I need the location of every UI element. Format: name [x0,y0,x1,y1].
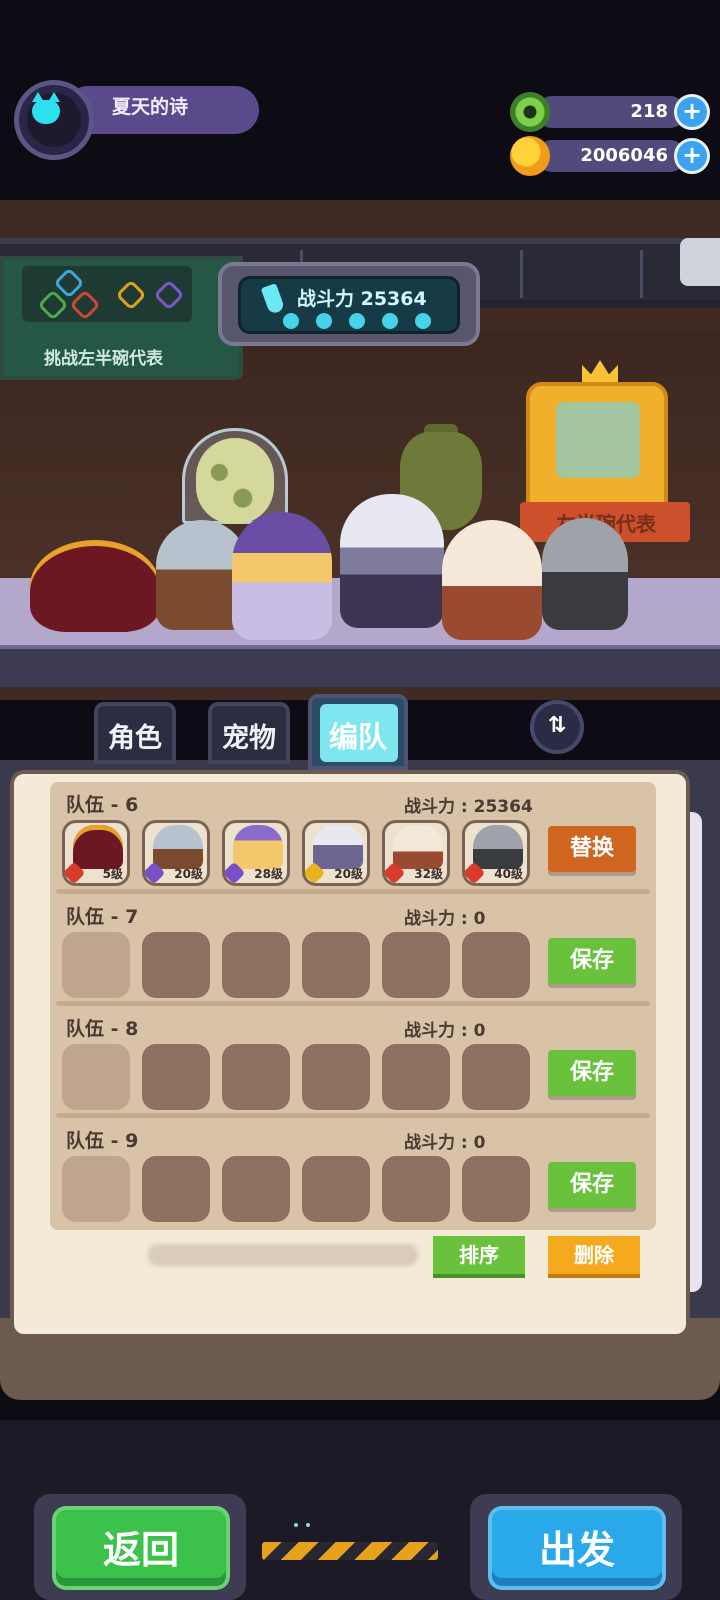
tab-formation[interactable]: 编队 [308,694,408,770]
add-gems-button[interactable]: + [674,94,710,130]
power-label: 战斗力 25364 [297,288,427,310]
hazard-stripe [262,1542,438,1560]
replace-team-button[interactable]: 替换 [548,826,636,872]
team-power: 战斗力 : 0 [404,1133,486,1153]
member-level: 32级 [414,867,443,881]
save-team-button[interactable]: 保存 [548,1162,636,1208]
team-member-slot[interactable]: 5级 [62,820,130,886]
link-icon[interactable] [680,238,720,286]
team-member-slot[interactable]: 40级 [462,820,530,886]
green-gem-icon [510,92,550,132]
team-power: 战斗力 : 25364 [404,797,533,817]
member-level: 20级 [334,867,363,881]
player-name: 夏天的诗 [112,96,189,118]
member-portrait [233,825,283,869]
sword-icon [260,283,286,315]
character-caveman[interactable] [442,520,542,640]
delete-button[interactable]: 删除 [548,1236,640,1274]
team-row: 队伍 - 7 战斗力 : 0 保存 [50,894,656,1006]
challenge-board[interactable]: 挑战左半碗代表 [0,256,243,380]
member-portrait [73,825,123,869]
empty-slot[interactable] [382,1156,450,1222]
tab-role[interactable]: 角色 [94,702,176,764]
empty-slot[interactable] [62,932,130,998]
gem-value: 218 [630,101,668,122]
broken-bowl-portrait [556,402,640,478]
gem-counter: 218 + [510,92,710,132]
team-name: 队伍 - 9 [66,1130,139,1152]
player-profile[interactable]: 夏天的诗 [14,80,259,160]
member-level: 28级 [254,867,283,881]
dark-element-icon [153,279,185,311]
save-team-button[interactable]: 保存 [548,938,636,984]
player-avatar[interactable] [14,80,94,160]
character-lava-beast[interactable] [30,540,160,632]
save-team-button[interactable]: 保存 [548,1050,636,1096]
character-witch-girl[interactable] [232,512,332,640]
coin-value: 2006046 [580,145,668,166]
indicator-lights [294,1523,314,1527]
depart-button[interactable]: 出发 [488,1506,666,1590]
empty-slot[interactable] [462,932,530,998]
member-level: 20级 [174,867,203,881]
team-power: 战斗力 : 0 [404,909,486,929]
team-row: 队伍 - 9 战斗力 : 0 保存 [50,1118,656,1230]
element-cycle-icons [22,266,192,322]
team-name: 队伍 - 8 [66,1018,139,1040]
power-display: 战斗力 25364 [218,262,480,346]
back-button[interactable]: 返回 [52,1506,230,1590]
empty-slot[interactable] [222,932,290,998]
team-name: 队伍 - 6 [66,794,139,816]
coin-counter: 2006046 + [510,136,710,176]
empty-slot[interactable] [302,932,370,998]
member-level: 40级 [494,867,523,881]
sort-button[interactable]: 排序 [433,1236,525,1274]
empty-slot[interactable] [462,1044,530,1110]
light-element-icon [115,279,147,311]
team-list[interactable]: 队伍 - 6 战斗力 : 25364 5级 20级 28级 20级 32级 40… [50,782,656,1230]
empty-slot[interactable] [382,932,450,998]
spotted-egg [196,438,274,524]
team-member-slot[interactable]: 32级 [382,820,450,886]
fire-element-icon [69,289,101,321]
empty-slot[interactable] [142,1044,210,1110]
team-member-slot[interactable]: 20级 [302,820,370,886]
empty-slot[interactable] [222,1044,290,1110]
team-row: 队伍 - 6 战斗力 : 25364 5级 20级 28级 20级 32级 40… [50,782,656,894]
gold-planet-coin-icon [510,136,550,176]
empty-slot[interactable] [142,932,210,998]
member-portrait [473,825,523,869]
tab-pet[interactable]: 宠物 [208,702,290,764]
blurred-hint [148,1244,418,1266]
swap-order-button[interactable]: ⇅ [530,700,584,754]
power-dots [283,313,431,329]
team-name: 队伍 - 7 [66,906,139,928]
character-horned-knight[interactable] [340,494,444,628]
team-member-slot[interactable]: 28级 [222,820,290,886]
team-member-slot[interactable]: 20级 [142,820,210,886]
empty-slot[interactable] [62,1156,130,1222]
empty-slot[interactable] [142,1156,210,1222]
empty-slot[interactable] [382,1044,450,1110]
team-row: 队伍 - 8 战斗力 : 0 保存 [50,1006,656,1118]
empty-slot[interactable] [222,1156,290,1222]
add-coins-button[interactable]: + [674,138,710,174]
team-power: 战斗力 : 0 [404,1021,486,1041]
stage-floor-edge [0,645,720,687]
challenge-label: 挑战左半碗代表 [44,349,163,369]
empty-slot[interactable] [302,1044,370,1110]
character-zombie-girl[interactable] [542,518,628,630]
empty-slot[interactable] [62,1044,130,1110]
cat-icon [32,92,60,124]
empty-slot[interactable] [302,1156,370,1222]
empty-slot[interactable] [462,1156,530,1222]
member-portrait [313,825,363,869]
member-portrait [393,825,443,869]
member-portrait [153,825,203,869]
member-level: 5级 [102,867,123,881]
